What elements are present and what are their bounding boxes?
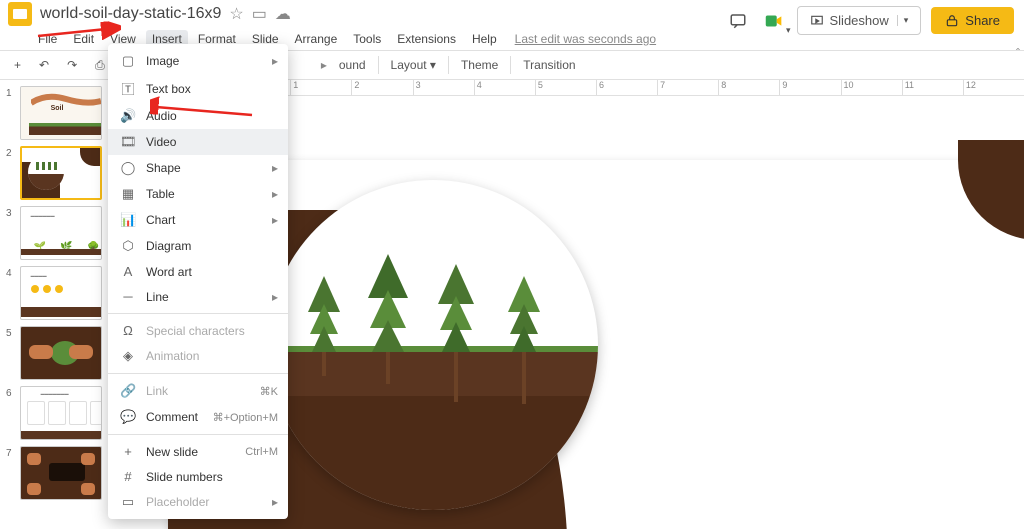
meet-icon[interactable]: ▾ [761, 8, 787, 34]
dd-chart[interactable]: 📊Chart▸ [108, 207, 288, 233]
dd-image[interactable]: ▢Image▸ [108, 48, 288, 74]
menu-help[interactable]: Help [466, 30, 503, 48]
share-button[interactable]: Share [931, 7, 1014, 34]
dd-comment[interactable]: 💬Comment⌘+Option+M [108, 404, 288, 430]
dd-placeholder: ▭Placeholder▸ [108, 489, 288, 515]
special-chars-icon: Ω [120, 323, 136, 338]
dd-special-chars: ΩSpecial characters [108, 318, 288, 343]
slide-numbers-icon: # [120, 469, 136, 484]
menu-tools[interactable]: Tools [347, 30, 387, 48]
redo-icon[interactable]: ↷ [61, 55, 83, 75]
thumb-number: 5 [6, 328, 12, 339]
table-icon: ▦ [120, 186, 136, 202]
thumb-number: 2 [6, 148, 12, 159]
diagram-icon: ⬡ [120, 238, 136, 254]
line-icon: ─ [120, 289, 136, 304]
slide-thumb-4[interactable]: ▬▬▬▬ [20, 266, 102, 320]
thumb-number: 1 [6, 88, 12, 99]
dd-shape[interactable]: ◯Shape▸ [108, 155, 288, 181]
audio-icon: 🔊 [120, 108, 136, 124]
undo-icon[interactable]: ↶ [33, 55, 55, 75]
shape-icon: ◯ [120, 160, 136, 176]
cloud-icon[interactable]: ☁ [275, 4, 291, 24]
slide-thumb-5[interactable] [20, 326, 102, 380]
slide-canvas[interactable] [168, 160, 1024, 529]
image-icon: ▢ [120, 53, 136, 69]
slide-thumb-6[interactable]: ▬▬▬▬▬▬▬ [20, 386, 102, 440]
thumb-number: 4 [6, 268, 12, 279]
dd-new-slide[interactable]: +New slideCtrl+M [108, 439, 288, 464]
move-icon[interactable]: ▭ [252, 4, 267, 24]
annotation-arrow-video [150, 95, 260, 125]
transition-button[interactable]: Transition [517, 55, 581, 75]
slide-panel: 1 Soil 2 3 [0, 80, 108, 529]
annotation-arrow-insert [30, 0, 130, 40]
thumb-number: 6 [6, 388, 12, 399]
comment-history-icon[interactable] [725, 8, 751, 34]
slide-thumb-7[interactable] [20, 446, 102, 500]
theme-button[interactable]: Theme [455, 55, 504, 75]
placeholder-icon: ▭ [120, 494, 136, 510]
slide-decor-corner [958, 140, 1024, 240]
menu-arrange[interactable]: Arrange [289, 30, 344, 48]
new-slide-plus-icon: + [120, 444, 136, 459]
chart-icon: 📊 [120, 212, 136, 228]
dd-line[interactable]: ─Line▸ [108, 284, 288, 309]
last-edit-text[interactable]: Last edit was seconds ago [515, 32, 656, 46]
slide-thumb-1[interactable]: Soil [20, 86, 102, 140]
link-icon: 🔗 [120, 383, 136, 399]
wordart-icon: A [120, 264, 136, 279]
collapse-icon[interactable]: ˆ [1016, 46, 1020, 60]
animation-icon: ◈ [120, 348, 136, 364]
slide-thumb-2[interactable] [20, 146, 102, 200]
dd-diagram[interactable]: ⬡Diagram [108, 233, 288, 259]
slides-logo[interactable] [8, 2, 32, 26]
menu-extensions[interactable]: Extensions [391, 30, 462, 48]
dd-wordart[interactable]: AWord art [108, 259, 288, 284]
dd-animation: ◈Animation [108, 343, 288, 369]
dd-link: 🔗Link⌘K [108, 378, 288, 404]
dd-video[interactable]: 🎞Video [108, 129, 288, 155]
slide-circle-illustration [268, 180, 598, 510]
background-button[interactable]: ound [333, 55, 372, 75]
slide-thumb-3[interactable]: ▬▬▬▬▬▬ 🌱🌿🌳 [20, 206, 102, 260]
slideshow-button[interactable]: Slideshow ▾ [797, 6, 922, 35]
video-icon: 🎞 [120, 134, 136, 150]
layout-button[interactable]: Layout ▾ [385, 55, 442, 75]
thumb-number: 3 [6, 208, 12, 219]
comment-icon: 💬 [120, 409, 136, 425]
dd-table[interactable]: ▦Table▸ [108, 181, 288, 207]
share-label: Share [965, 13, 1000, 28]
textbox-icon: 🅃 [120, 79, 136, 98]
thumb-number: 7 [6, 448, 12, 459]
dd-slide-numbers[interactable]: #Slide numbers [108, 464, 288, 489]
slideshow-label: Slideshow [830, 13, 889, 28]
top-right-actions: ▾ Slideshow ▾ Share [725, 6, 1015, 35]
new-slide-icon[interactable]: + [8, 55, 27, 75]
star-icon[interactable]: ☆ [229, 4, 243, 24]
